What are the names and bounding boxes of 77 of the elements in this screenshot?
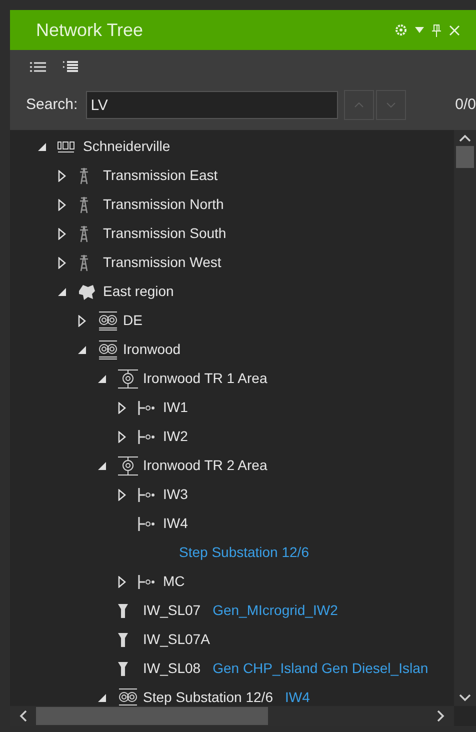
feeder-icon [137, 400, 157, 416]
scroll-up-icon[interactable] [459, 134, 471, 142]
collapsed-arrow-icon[interactable] [117, 488, 127, 500]
node-label[interactable]: MC [163, 571, 185, 592]
panel-title: Network Tree [36, 18, 144, 42]
settings-icon[interactable] [395, 24, 407, 36]
node-label[interactable]: Transmission East [103, 165, 218, 186]
expanded-arrow-icon[interactable] [97, 374, 107, 384]
dms-icon [57, 140, 75, 154]
list-icon[interactable] [30, 61, 46, 73]
node-label[interactable]: DE [123, 310, 142, 331]
expanded-arrow-icon[interactable] [97, 692, 107, 702]
node-label[interactable]: Ironwood TR 1 Area [143, 368, 268, 389]
node-label[interactable]: IW_SL07 [143, 600, 201, 621]
link-text[interactable]: Step Substation 12/6 [179, 542, 309, 563]
node-label[interactable]: IW_SL08 [143, 658, 201, 679]
feeder-icon [137, 574, 157, 590]
scroll-thumb[interactable] [456, 146, 474, 168]
node-label[interactable]: IW3 [163, 484, 188, 505]
expanded-arrow-icon[interactable] [57, 286, 67, 296]
feeder-icon [137, 486, 157, 502]
switch-icon [117, 660, 129, 676]
tower-icon [77, 196, 91, 214]
expanded-arrow-icon[interactable] [97, 460, 107, 470]
node-label[interactable]: Transmission South [103, 223, 226, 244]
collapsed-arrow-icon[interactable] [57, 170, 67, 182]
transformer-icon [117, 368, 139, 388]
tree-list-icon[interactable] [62, 60, 78, 74]
collapsed-arrow-icon[interactable] [117, 576, 127, 588]
transformer-icon [117, 456, 139, 476]
node-label[interactable]: IW_SL07A [143, 629, 210, 650]
link-text[interactable]: Gen_MIcrogrid_IW2 [212, 600, 338, 621]
search-label: Search: [26, 94, 78, 115]
switch-icon [117, 602, 129, 618]
node-label[interactable]: Transmission West [103, 252, 222, 273]
node-label[interactable]: Schneiderville [83, 136, 170, 157]
substation-icon [97, 340, 119, 360]
horizontal-scroll-thumb[interactable] [36, 707, 268, 725]
node-label[interactable]: IW4 [163, 513, 188, 534]
substation-icon [117, 688, 139, 706]
close-icon[interactable] [449, 24, 460, 36]
dropdown-icon[interactable] [415, 27, 424, 33]
expanded-arrow-icon[interactable] [37, 142, 47, 152]
expanded-arrow-icon[interactable] [77, 344, 87, 354]
node-label[interactable]: Ironwood [123, 339, 181, 360]
collapsed-arrow-icon[interactable] [117, 430, 127, 442]
link-text[interactable]: IW4 [285, 687, 310, 706]
node-label[interactable]: Step Substation 12/6 [143, 687, 273, 706]
scroll-left-icon[interactable] [18, 710, 28, 722]
node-label[interactable]: Transmission North [103, 194, 224, 215]
down-caret-icon [386, 102, 396, 108]
vertical-scrollbar[interactable] [454, 130, 476, 706]
node-label[interactable]: East region [103, 281, 174, 302]
substation-icon [97, 310, 119, 330]
scroll-down-icon[interactable] [459, 694, 471, 702]
collapsed-arrow-icon[interactable] [57, 198, 67, 210]
region-icon [77, 282, 97, 300]
match-count: 0/0 [455, 94, 476, 115]
feeder-icon [137, 428, 157, 444]
tower-icon [77, 166, 91, 184]
feeder-icon [137, 516, 157, 532]
pin-icon[interactable] [432, 24, 441, 36]
link-text[interactable]: Gen CHP_Island Gen Diesel_Islan [212, 658, 428, 679]
collapsed-arrow-icon[interactable] [117, 402, 127, 414]
up-caret-icon [354, 102, 364, 108]
collapsed-arrow-icon[interactable] [57, 228, 67, 240]
node-label[interactable]: IW2 [163, 426, 188, 447]
collapsed-arrow-icon[interactable] [77, 314, 87, 326]
switch-icon [117, 632, 129, 648]
node-label[interactable]: Ironwood TR 2 Area [143, 455, 268, 476]
tower-icon [77, 254, 91, 272]
scroll-right-icon[interactable] [436, 710, 446, 722]
search-field[interactable]: LV [86, 91, 338, 119]
node-label[interactable]: IW1 [163, 397, 188, 418]
tower-icon [77, 224, 91, 242]
collapsed-arrow-icon[interactable] [57, 256, 67, 268]
horizontal-scrollbar[interactable] [10, 706, 454, 726]
